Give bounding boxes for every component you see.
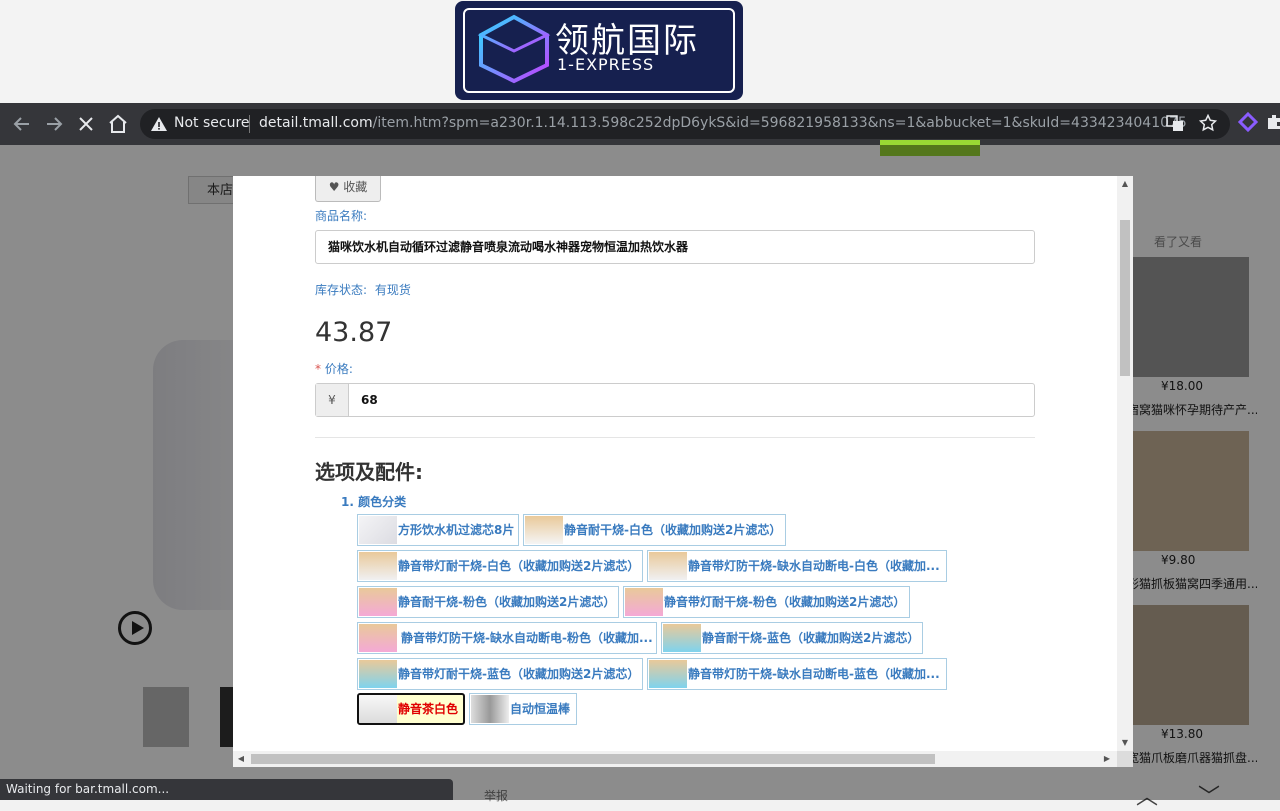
scroll-left-arrow-icon[interactable]: ◀ (233, 751, 249, 767)
product-name-input[interactable]: 猫咪饮水机自动循环过滤静音喷泉流动喝水神器宠物恒温加热饮水器 (315, 230, 1035, 264)
option-thumbnail (625, 588, 663, 616)
option-thumbnail (359, 516, 397, 544)
option-chip[interactable]: 静音耐干烧-蓝色（收藏加购送2片滤芯） (661, 622, 923, 654)
favorite-label: 收藏 (343, 180, 368, 194)
modal-content: ♥ 收藏 商品名称: 猫咪饮水机自动循环过滤静音喷泉流动喝水神器宠物恒温加热饮水… (233, 176, 1117, 751)
horizontal-scroll-thumb[interactable] (251, 754, 935, 764)
option-label: 方形饮水机过滤芯8片 (398, 523, 515, 537)
url-host: detail.tmall.com (259, 115, 373, 131)
option-label: 静音耐干烧-白色（收藏加购送2片滤芯） (564, 523, 782, 537)
option-chip[interactable]: 静音带灯防干烧-缺水自动断电-白色（收藏加... (647, 550, 947, 582)
option-thumbnail (359, 660, 397, 688)
option-label: 静音带灯防干烧-缺水自动断电-白色（收藏加... (688, 559, 940, 573)
option-chip[interactable]: 静音带灯耐干烧-蓝色（收藏加购送2片滤芯） (357, 658, 643, 690)
option-thumbnail (359, 695, 397, 723)
option-label: 静音带灯耐干烧-蓝色（收藏加购送2片滤芯） (398, 667, 640, 681)
option-label: 静音带灯防干烧-缺水自动断电-粉色（收藏加... (401, 631, 653, 645)
stock-value: 有现货 (374, 283, 411, 297)
url-text[interactable]: detail.tmall.com/item.htm?spm=a230r.1.14… (259, 115, 1187, 131)
stop-loading-icon[interactable] (74, 112, 98, 136)
top-banner: 领航国际 1-EXPRESS (0, 0, 1280, 103)
option-chip[interactable]: 静音带灯耐干烧-白色（收藏加购送2片滤芯） (357, 550, 643, 582)
option-label: 静音带灯耐干烧-白色（收藏加购送2片滤芯） (398, 559, 640, 573)
option-label: 静音带灯防干烧-缺水自动断电-蓝色（收藏加... (688, 667, 940, 681)
required-star: * (315, 362, 321, 376)
option-thumbnail (649, 552, 687, 580)
horizontal-scrollbar[interactable]: ◀ ▶ (233, 751, 1117, 767)
option-chip[interactable]: 静音带灯防干烧-缺水自动断电-粉色（收藏加... (357, 622, 657, 654)
warning-icon[interactable] (150, 115, 168, 137)
option-chip-selected[interactable]: 静音茶白色 (357, 693, 465, 725)
company-logo: 领航国际 1-EXPRESS (455, 1, 743, 100)
option-thumbnail (359, 624, 397, 652)
browser-status-bar: Waiting for bar.tmall.com... (0, 779, 453, 800)
option-thumbnail (359, 552, 397, 580)
bookmark-star-icon[interactable] (1198, 113, 1218, 134)
back-arrow-icon[interactable] (10, 112, 34, 136)
option-label: 静音带灯耐干烧-粉色（收藏加购送2片滤芯） (664, 595, 906, 609)
scroll-up-arrow-icon[interactable]: ▲ (1117, 176, 1133, 192)
translate-icon[interactable] (1165, 114, 1185, 134)
price-input[interactable]: 68 (361, 384, 378, 416)
price-label: 价格: (324, 362, 353, 376)
url-path: /item.htm?spm=a230r.1.14.113.598c252dpD6… (372, 115, 1187, 131)
option-chip[interactable]: 静音耐干烧-粉色（收藏加购送2片滤芯） (357, 586, 619, 618)
scroll-down-arrow-icon[interactable]: ▼ (1117, 735, 1133, 751)
product-name-label: 商品名称: (315, 209, 368, 223)
option-thumbnail (525, 516, 563, 544)
option-chip[interactable]: 自动恒温棒 (469, 693, 577, 725)
option-chip[interactable]: 静音耐干烧-白色（收藏加购送2片滤芯） (523, 514, 786, 546)
option-thumbnail (471, 695, 509, 723)
stock-status: 库存状态: 有现货 (315, 281, 411, 298)
forward-arrow-icon[interactable] (42, 112, 66, 136)
option-chip[interactable]: 静音带灯防干烧-缺水自动断电-蓝色（收藏加... (647, 658, 947, 690)
price-display: 43.87 (315, 317, 393, 348)
option-label: 自动恒温棒 (510, 702, 571, 716)
option-thumbnail (663, 624, 701, 652)
logo-english-text: 1-EXPRESS (557, 55, 655, 74)
home-icon[interactable] (106, 112, 130, 136)
not-secure-label[interactable]: Not secure (174, 115, 250, 131)
option-chip[interactable]: 方形饮水机过滤芯8片 (357, 514, 519, 546)
scroll-right-arrow-icon[interactable]: ▶ (1099, 751, 1115, 767)
vertical-scroll-thumb[interactable] (1120, 220, 1130, 376)
options-title: 选项及配件: (315, 460, 423, 484)
extension-icon[interactable] (1236, 111, 1260, 136)
option-chip[interactable]: 静音带灯耐干烧-粉色（收藏加购送2片滤芯） (623, 586, 910, 618)
omnibox-separator (249, 115, 250, 133)
browser-toolbar: Not secure detail.tmall.com/item.htm?spm… (0, 103, 1280, 145)
currency-addon: ¥ (316, 384, 349, 416)
option-thumbnail (359, 588, 397, 616)
option-label: 静音耐干烧-蓝色（收藏加购送2片滤芯） (702, 631, 920, 645)
option-label: 静音茶白色 (398, 702, 459, 716)
heart-icon: ♥ (328, 180, 340, 194)
scrollbar-corner (1117, 751, 1133, 767)
product-options-modal: ♥ 收藏 商品名称: 猫咪饮水机自动循环过滤静音喷泉流动喝水神器宠物恒温加热饮水… (233, 176, 1133, 767)
option-label: 静音耐干烧-粉色（收藏加购送2片滤芯） (398, 595, 616, 609)
price-input-group[interactable]: ¥ 68 (315, 383, 1035, 417)
option-thumbnail (649, 660, 687, 688)
stock-label: 库存状态: (315, 283, 368, 297)
price-label-row: * 价格: (315, 360, 353, 377)
cube-logo-icon (477, 14, 551, 84)
address-bar[interactable]: Not secure detail.tmall.com/item.htm?spm… (140, 109, 1230, 139)
puzzle-extensions-icon[interactable] (1262, 112, 1280, 136)
vertical-scrollbar[interactable]: ▲ ▼ (1117, 176, 1133, 751)
divider (315, 437, 1035, 438)
favorite-button[interactable]: ♥ 收藏 (315, 176, 381, 202)
color-category-label: 1. 颜色分类 (341, 495, 407, 509)
